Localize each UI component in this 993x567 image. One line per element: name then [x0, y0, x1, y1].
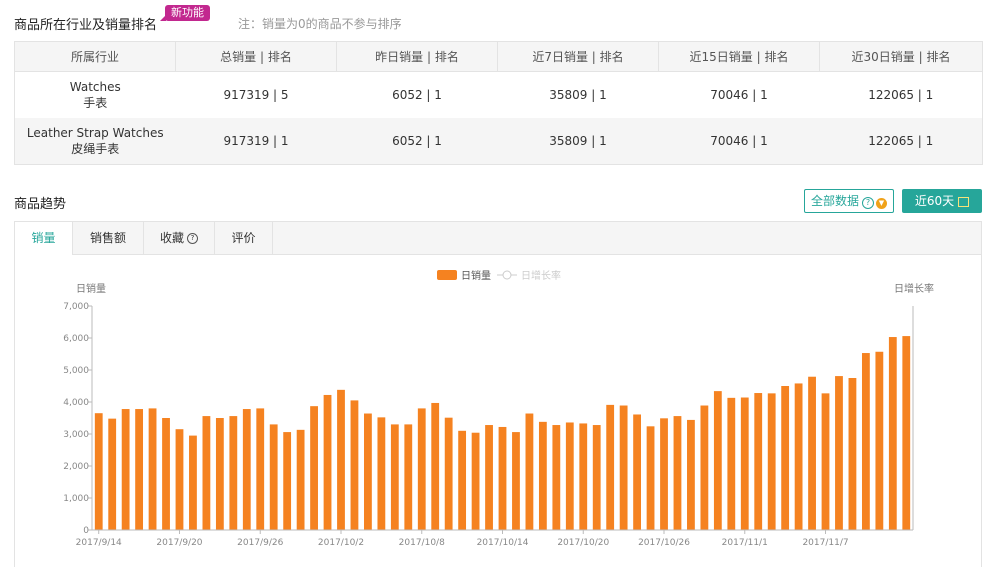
- chart-legend: 日销量 日增长率: [437, 269, 561, 282]
- bar-daily-sales[interactable]: [781, 386, 790, 530]
- bar-daily-sales[interactable]: [646, 426, 655, 530]
- bar-daily-sales[interactable]: [242, 409, 251, 530]
- x-tick-label: 2017/10/26: [638, 538, 690, 548]
- bar-daily-sales[interactable]: [713, 391, 722, 530]
- bar-daily-sales[interactable]: [323, 394, 332, 530]
- sales-chart: 日销量 日增长率 日销量 日增长率 0 1,000 2,000 3,000 4,000 5…: [63, 269, 934, 548]
- bar-daily-sales[interactable]: [431, 402, 440, 530]
- bar-daily-sales[interactable]: [565, 422, 574, 530]
- bar-daily-sales[interactable]: [135, 409, 144, 530]
- y-tick-label: 3,000: [63, 430, 89, 440]
- bar-daily-sales[interactable]: [377, 417, 386, 530]
- x-tick-label: 2017/10/8: [399, 538, 445, 548]
- bar-daily-sales[interactable]: [835, 376, 843, 530]
- bar-daily-sales[interactable]: [525, 413, 534, 530]
- bar-daily-sales[interactable]: [902, 336, 911, 530]
- x-tick-label: 2017/10/14: [477, 538, 529, 548]
- bar-daily-sales[interactable]: [215, 418, 224, 530]
- bar-daily-sales[interactable]: [337, 389, 345, 530]
- bar-daily-sales[interactable]: [310, 406, 318, 530]
- x-tick-label: 2017/10/20: [557, 538, 609, 548]
- bar-series: [94, 336, 911, 530]
- bar-daily-sales[interactable]: [794, 383, 803, 530]
- x-tick-label: 2017/9/20: [156, 538, 202, 548]
- bar-daily-sales[interactable]: [606, 404, 615, 530]
- legend-label-growth: 日增长率: [521, 269, 561, 282]
- bar-daily-sales[interactable]: [700, 405, 709, 530]
- x-tick-label: 2017/10/2: [318, 538, 364, 548]
- bar-daily-sales[interactable]: [390, 424, 399, 530]
- bar-daily-sales[interactable]: [875, 351, 884, 530]
- bar-daily-sales[interactable]: [687, 419, 695, 530]
- bar-daily-sales[interactable]: [162, 418, 170, 530]
- bar-daily-sales[interactable]: [444, 417, 453, 530]
- bar-daily-sales[interactable]: [619, 405, 628, 530]
- bar-daily-sales[interactable]: [94, 413, 103, 530]
- bar-daily-sales[interactable]: [821, 393, 830, 530]
- bar-daily-sales[interactable]: [485, 425, 493, 530]
- y-tick-label: 4,000: [63, 398, 89, 408]
- bar-daily-sales[interactable]: [552, 425, 561, 530]
- bar-daily-sales[interactable]: [269, 424, 278, 530]
- bar-daily-sales[interactable]: [189, 435, 197, 530]
- bar-daily-sales[interactable]: [417, 408, 426, 530]
- x-tick-label: 2017/9/26: [237, 538, 283, 548]
- legend-marker-growth[interactable]: [502, 270, 512, 280]
- bar-daily-sales[interactable]: [767, 393, 776, 530]
- y-tick-label: 5,000: [63, 366, 89, 376]
- y-tick-label: 6,000: [63, 334, 89, 344]
- bar-daily-sales[interactable]: [579, 423, 588, 530]
- bar-daily-sales[interactable]: [673, 416, 682, 530]
- bar-daily-sales[interactable]: [808, 376, 816, 530]
- bar-daily-sales[interactable]: [108, 418, 117, 530]
- y-axis-right-label: 日增长率: [894, 282, 934, 295]
- bar-daily-sales[interactable]: [364, 413, 372, 530]
- bar-daily-sales[interactable]: [175, 429, 184, 530]
- bar-daily-sales[interactable]: [256, 408, 265, 530]
- bar-daily-sales[interactable]: [283, 432, 292, 530]
- bar-daily-sales[interactable]: [458, 430, 467, 530]
- bar-daily-sales[interactable]: [121, 409, 130, 530]
- bar-daily-sales[interactable]: [296, 429, 305, 530]
- bar-daily-sales[interactable]: [471, 432, 480, 530]
- bar-daily-sales[interactable]: [727, 397, 736, 530]
- y-tick-label: 1,000: [63, 494, 89, 504]
- bar-daily-sales[interactable]: [148, 408, 157, 530]
- bar-daily-sales[interactable]: [848, 378, 857, 530]
- bar-daily-sales[interactable]: [404, 424, 413, 530]
- legend-swatch-daily-sales[interactable]: [437, 270, 457, 280]
- y-tick-label: 7,000: [63, 302, 89, 312]
- bar-daily-sales[interactable]: [498, 426, 507, 530]
- bar-daily-sales[interactable]: [861, 353, 870, 530]
- bar-daily-sales[interactable]: [350, 400, 359, 530]
- bar-daily-sales[interactable]: [754, 393, 763, 530]
- bar-daily-sales[interactable]: [740, 397, 749, 530]
- x-tick-label: 2017/11/1: [722, 538, 768, 548]
- bar-daily-sales[interactable]: [592, 425, 601, 530]
- y-axis-left-label: 日销量: [76, 282, 106, 295]
- legend-label-daily-sales: 日销量: [461, 269, 491, 282]
- bar-daily-sales[interactable]: [538, 421, 547, 530]
- bar-daily-sales[interactable]: [633, 414, 641, 530]
- y-tick-label: 2,000: [63, 462, 89, 472]
- x-tick-label: 2017/9/14: [76, 538, 122, 548]
- bar-daily-sales[interactable]: [202, 416, 211, 530]
- x-axis: 2017/9/14 2017/9/20 2017/9/26 2017/10/2 2017…: [76, 529, 913, 548]
- bar-daily-sales[interactable]: [888, 337, 897, 530]
- bar-daily-sales[interactable]: [512, 432, 520, 530]
- x-tick-label: 2017/11/7: [802, 538, 848, 548]
- y-tick-label: 0: [83, 526, 89, 536]
- bar-daily-sales[interactable]: [660, 418, 668, 530]
- bar-daily-sales[interactable]: [229, 416, 238, 530]
